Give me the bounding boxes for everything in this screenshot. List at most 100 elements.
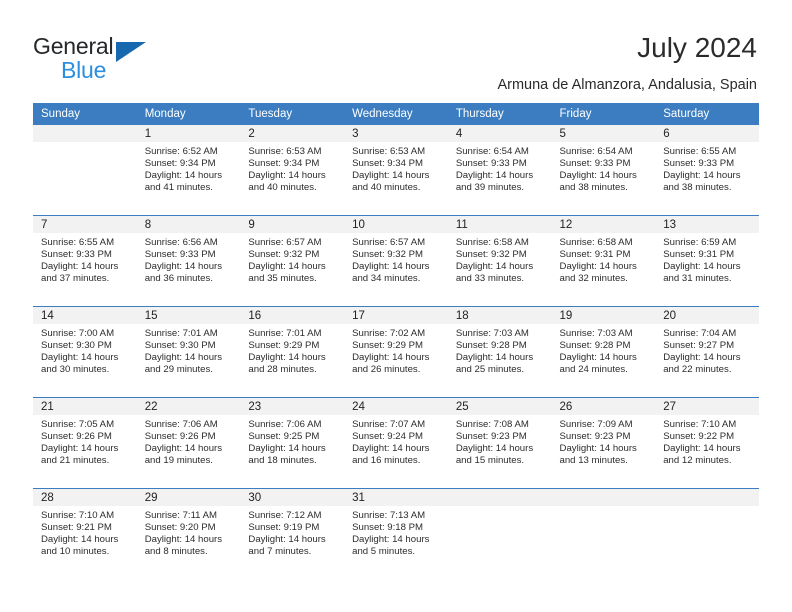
sunset-text: Sunset: 9:29 PM xyxy=(248,340,320,352)
calendar-day-cell[interactable]: 3 Sunrise: 6:53 AM Sunset: 9:34 PM Dayli… xyxy=(344,125,448,216)
sunrise-text: Sunrise: 6:55 AM xyxy=(663,146,737,157)
calendar-day-cell[interactable]: 1 Sunrise: 6:52 AM Sunset: 9:34 PM Dayli… xyxy=(136,125,241,216)
calendar-day-cell[interactable]: 27 Sunrise: 7:10 AM Sunset: 9:22 PM Dayl… xyxy=(655,397,759,489)
daylight-text-line2: and 16 minutes. xyxy=(352,455,421,467)
calendar-day-cell[interactable]: 14 Sunrise: 7:00 AM Sunset: 9:30 PM Dayl… xyxy=(33,306,137,398)
day-info: Sunrise: 7:07 AM Sunset: 9:24 PM Dayligh… xyxy=(344,415,448,467)
sunset-text: Sunset: 9:31 PM xyxy=(559,249,631,261)
day-cell-inner: 16 Sunrise: 7:01 AM Sunset: 9:29 PM Dayl… xyxy=(240,307,345,397)
day-number: 12 xyxy=(551,216,656,233)
daylight-text-line1: Daylight: 14 hours xyxy=(248,534,326,546)
day-info: Sunrise: 7:03 AM Sunset: 9:28 PM Dayligh… xyxy=(448,324,552,376)
calendar-day-cell[interactable]: 9 Sunrise: 6:57 AM Sunset: 9:32 PM Dayli… xyxy=(240,215,345,307)
calendar-day-cell[interactable]: 2 Sunrise: 6:53 AM Sunset: 9:34 PM Dayli… xyxy=(240,125,345,216)
calendar-day-cell[interactable]: 21 Sunrise: 7:05 AM Sunset: 9:26 PM Dayl… xyxy=(33,397,137,489)
calendar-day-cell[interactable]: 25 Sunrise: 7:08 AM Sunset: 9:23 PM Dayl… xyxy=(447,397,552,489)
sunrise-text: Sunrise: 7:12 AM xyxy=(248,510,322,521)
calendar-day-cell[interactable]: 29 Sunrise: 7:11 AM Sunset: 9:20 PM Dayl… xyxy=(136,488,241,579)
sunset-text: Sunset: 9:32 PM xyxy=(455,249,527,261)
day-number: 31 xyxy=(344,489,448,506)
logo-general-blue[interactable]: General Blue xyxy=(33,33,253,83)
calendar-day-cell[interactable]: 6 Sunrise: 6:55 AM Sunset: 9:33 PM Dayli… xyxy=(655,125,759,216)
day-info: Sunrise: 6:53 AM Sunset: 9:34 PM Dayligh… xyxy=(240,142,344,194)
calendar-day-cell[interactable]: 7 Sunrise: 6:55 AM Sunset: 9:33 PM Dayli… xyxy=(33,215,137,307)
calendar-day-cell[interactable]: 16 Sunrise: 7:01 AM Sunset: 9:29 PM Dayl… xyxy=(240,306,345,398)
calendar-day-cell[interactable]: 19 Sunrise: 7:03 AM Sunset: 9:28 PM Dayl… xyxy=(551,306,656,398)
day-info xyxy=(448,506,552,510)
calendar-day-cell[interactable]: 18 Sunrise: 7:03 AM Sunset: 9:28 PM Dayl… xyxy=(447,306,552,398)
sunset-text: Sunset: 9:30 PM xyxy=(144,340,216,352)
day-cell-inner: 29 Sunrise: 7:11 AM Sunset: 9:20 PM Dayl… xyxy=(136,489,241,579)
day-number xyxy=(551,489,656,506)
day-number: 18 xyxy=(447,307,552,324)
calendar-grid: Sunday Monday Tuesday Wednesday Thursday… xyxy=(33,103,759,579)
day-number: 26 xyxy=(551,398,656,415)
daylight-text-line1: Daylight: 14 hours xyxy=(352,443,430,455)
calendar-day-cell[interactable] xyxy=(33,125,137,216)
sunset-text: Sunset: 9:21 PM xyxy=(41,522,112,534)
day-number: 13 xyxy=(655,216,759,233)
day-number xyxy=(655,489,759,506)
sunset-text: Sunset: 9:28 PM xyxy=(559,340,631,352)
sunrise-text: Sunrise: 6:52 AM xyxy=(144,146,218,157)
daylight-text-line1: Daylight: 14 hours xyxy=(41,443,119,455)
sunrise-text: Sunrise: 7:03 AM xyxy=(455,328,529,339)
daylight-text-line1: Daylight: 14 hours xyxy=(352,261,430,273)
day-info: Sunrise: 7:00 AM Sunset: 9:30 PM Dayligh… xyxy=(33,324,137,376)
day-info: Sunrise: 7:10 AM Sunset: 9:22 PM Dayligh… xyxy=(655,415,759,467)
calendar-week-row: 1 Sunrise: 6:52 AM Sunset: 9:34 PM Dayli… xyxy=(33,125,759,216)
calendar-day-cell[interactable]: 26 Sunrise: 7:09 AM Sunset: 9:23 PM Dayl… xyxy=(551,397,656,489)
calendar-day-cell[interactable]: 5 Sunrise: 6:54 AM Sunset: 9:33 PM Dayli… xyxy=(551,125,656,216)
day-number: 30 xyxy=(240,489,345,506)
calendar-day-cell[interactable]: 13 Sunrise: 6:59 AM Sunset: 9:31 PM Dayl… xyxy=(655,215,759,307)
calendar-body: 1 Sunrise: 6:52 AM Sunset: 9:34 PM Dayli… xyxy=(33,125,759,579)
day-cell-inner: 31 Sunrise: 7:13 AM Sunset: 9:18 PM Dayl… xyxy=(344,489,448,579)
calendar-day-cell[interactable]: 23 Sunrise: 7:06 AM Sunset: 9:25 PM Dayl… xyxy=(240,397,345,489)
calendar-day-cell[interactable]: 8 Sunrise: 6:56 AM Sunset: 9:33 PM Dayli… xyxy=(136,215,241,307)
daylight-text-line2: and 38 minutes. xyxy=(559,182,628,194)
day-info: Sunrise: 6:58 AM Sunset: 9:32 PM Dayligh… xyxy=(448,233,552,285)
day-info: Sunrise: 7:01 AM Sunset: 9:30 PM Dayligh… xyxy=(137,324,241,376)
day-number: 14 xyxy=(33,307,137,324)
calendar-day-cell[interactable]: 28 Sunrise: 7:10 AM Sunset: 9:21 PM Dayl… xyxy=(33,488,137,579)
day-info xyxy=(33,142,137,146)
calendar-week-row: 21 Sunrise: 7:05 AM Sunset: 9:26 PM Dayl… xyxy=(33,397,759,489)
logo-text-blue: Blue xyxy=(61,57,107,83)
daylight-text-line2: and 41 minutes. xyxy=(144,182,213,194)
day-cell-inner: 8 Sunrise: 6:56 AM Sunset: 9:33 PM Dayli… xyxy=(136,216,241,306)
day-cell-inner xyxy=(447,489,552,579)
calendar-day-cell[interactable] xyxy=(447,488,552,579)
calendar-week-row: 28 Sunrise: 7:10 AM Sunset: 9:21 PM Dayl… xyxy=(33,488,759,579)
calendar-day-cell[interactable]: 11 Sunrise: 6:58 AM Sunset: 9:32 PM Dayl… xyxy=(447,215,552,307)
calendar-day-cell[interactable]: 17 Sunrise: 7:02 AM Sunset: 9:29 PM Dayl… xyxy=(344,306,448,398)
day-info: Sunrise: 7:01 AM Sunset: 9:29 PM Dayligh… xyxy=(240,324,344,376)
calendar-day-cell[interactable] xyxy=(655,488,759,579)
calendar-day-cell[interactable]: 10 Sunrise: 6:57 AM Sunset: 9:32 PM Dayl… xyxy=(344,215,448,307)
sunset-text: Sunset: 9:32 PM xyxy=(352,249,424,261)
calendar-day-cell[interactable]: 24 Sunrise: 7:07 AM Sunset: 9:24 PM Dayl… xyxy=(344,397,448,489)
day-number: 27 xyxy=(655,398,759,415)
day-number: 28 xyxy=(33,489,137,506)
daylight-text-line1: Daylight: 14 hours xyxy=(455,261,534,273)
day-cell-inner: 7 Sunrise: 6:55 AM Sunset: 9:33 PM Dayli… xyxy=(33,216,137,306)
calendar-day-cell[interactable]: 12 Sunrise: 6:58 AM Sunset: 9:31 PM Dayl… xyxy=(551,215,656,307)
calendar-page: General Blue July 2024 Armuna de Almanzo… xyxy=(0,0,792,612)
daylight-text-line1: Daylight: 14 hours xyxy=(352,170,430,182)
calendar-day-cell[interactable]: 30 Sunrise: 7:12 AM Sunset: 9:19 PM Dayl… xyxy=(240,488,345,579)
daylight-text-line1: Daylight: 14 hours xyxy=(144,352,223,364)
sunset-text: Sunset: 9:28 PM xyxy=(455,340,527,352)
day-cell-inner xyxy=(33,125,137,215)
calendar-day-cell[interactable]: 20 Sunrise: 7:04 AM Sunset: 9:27 PM Dayl… xyxy=(655,306,759,398)
sunrise-text: Sunrise: 7:01 AM xyxy=(144,328,218,339)
calendar-day-cell[interactable]: 4 Sunrise: 6:54 AM Sunset: 9:33 PM Dayli… xyxy=(447,125,552,216)
daylight-text-line2: and 31 minutes. xyxy=(663,273,732,285)
day-cell-inner: 28 Sunrise: 7:10 AM Sunset: 9:21 PM Dayl… xyxy=(33,489,137,579)
calendar-day-cell[interactable]: 31 Sunrise: 7:13 AM Sunset: 9:18 PM Dayl… xyxy=(344,488,448,579)
day-number: 10 xyxy=(344,216,448,233)
day-number: 23 xyxy=(240,398,345,415)
calendar-day-cell[interactable] xyxy=(551,488,656,579)
calendar-day-cell[interactable]: 15 Sunrise: 7:01 AM Sunset: 9:30 PM Dayl… xyxy=(136,306,241,398)
weekday-header-friday: Friday xyxy=(551,103,656,125)
sunrise-text: Sunrise: 6:57 AM xyxy=(248,237,322,248)
calendar-day-cell[interactable]: 22 Sunrise: 7:06 AM Sunset: 9:26 PM Dayl… xyxy=(136,397,241,489)
